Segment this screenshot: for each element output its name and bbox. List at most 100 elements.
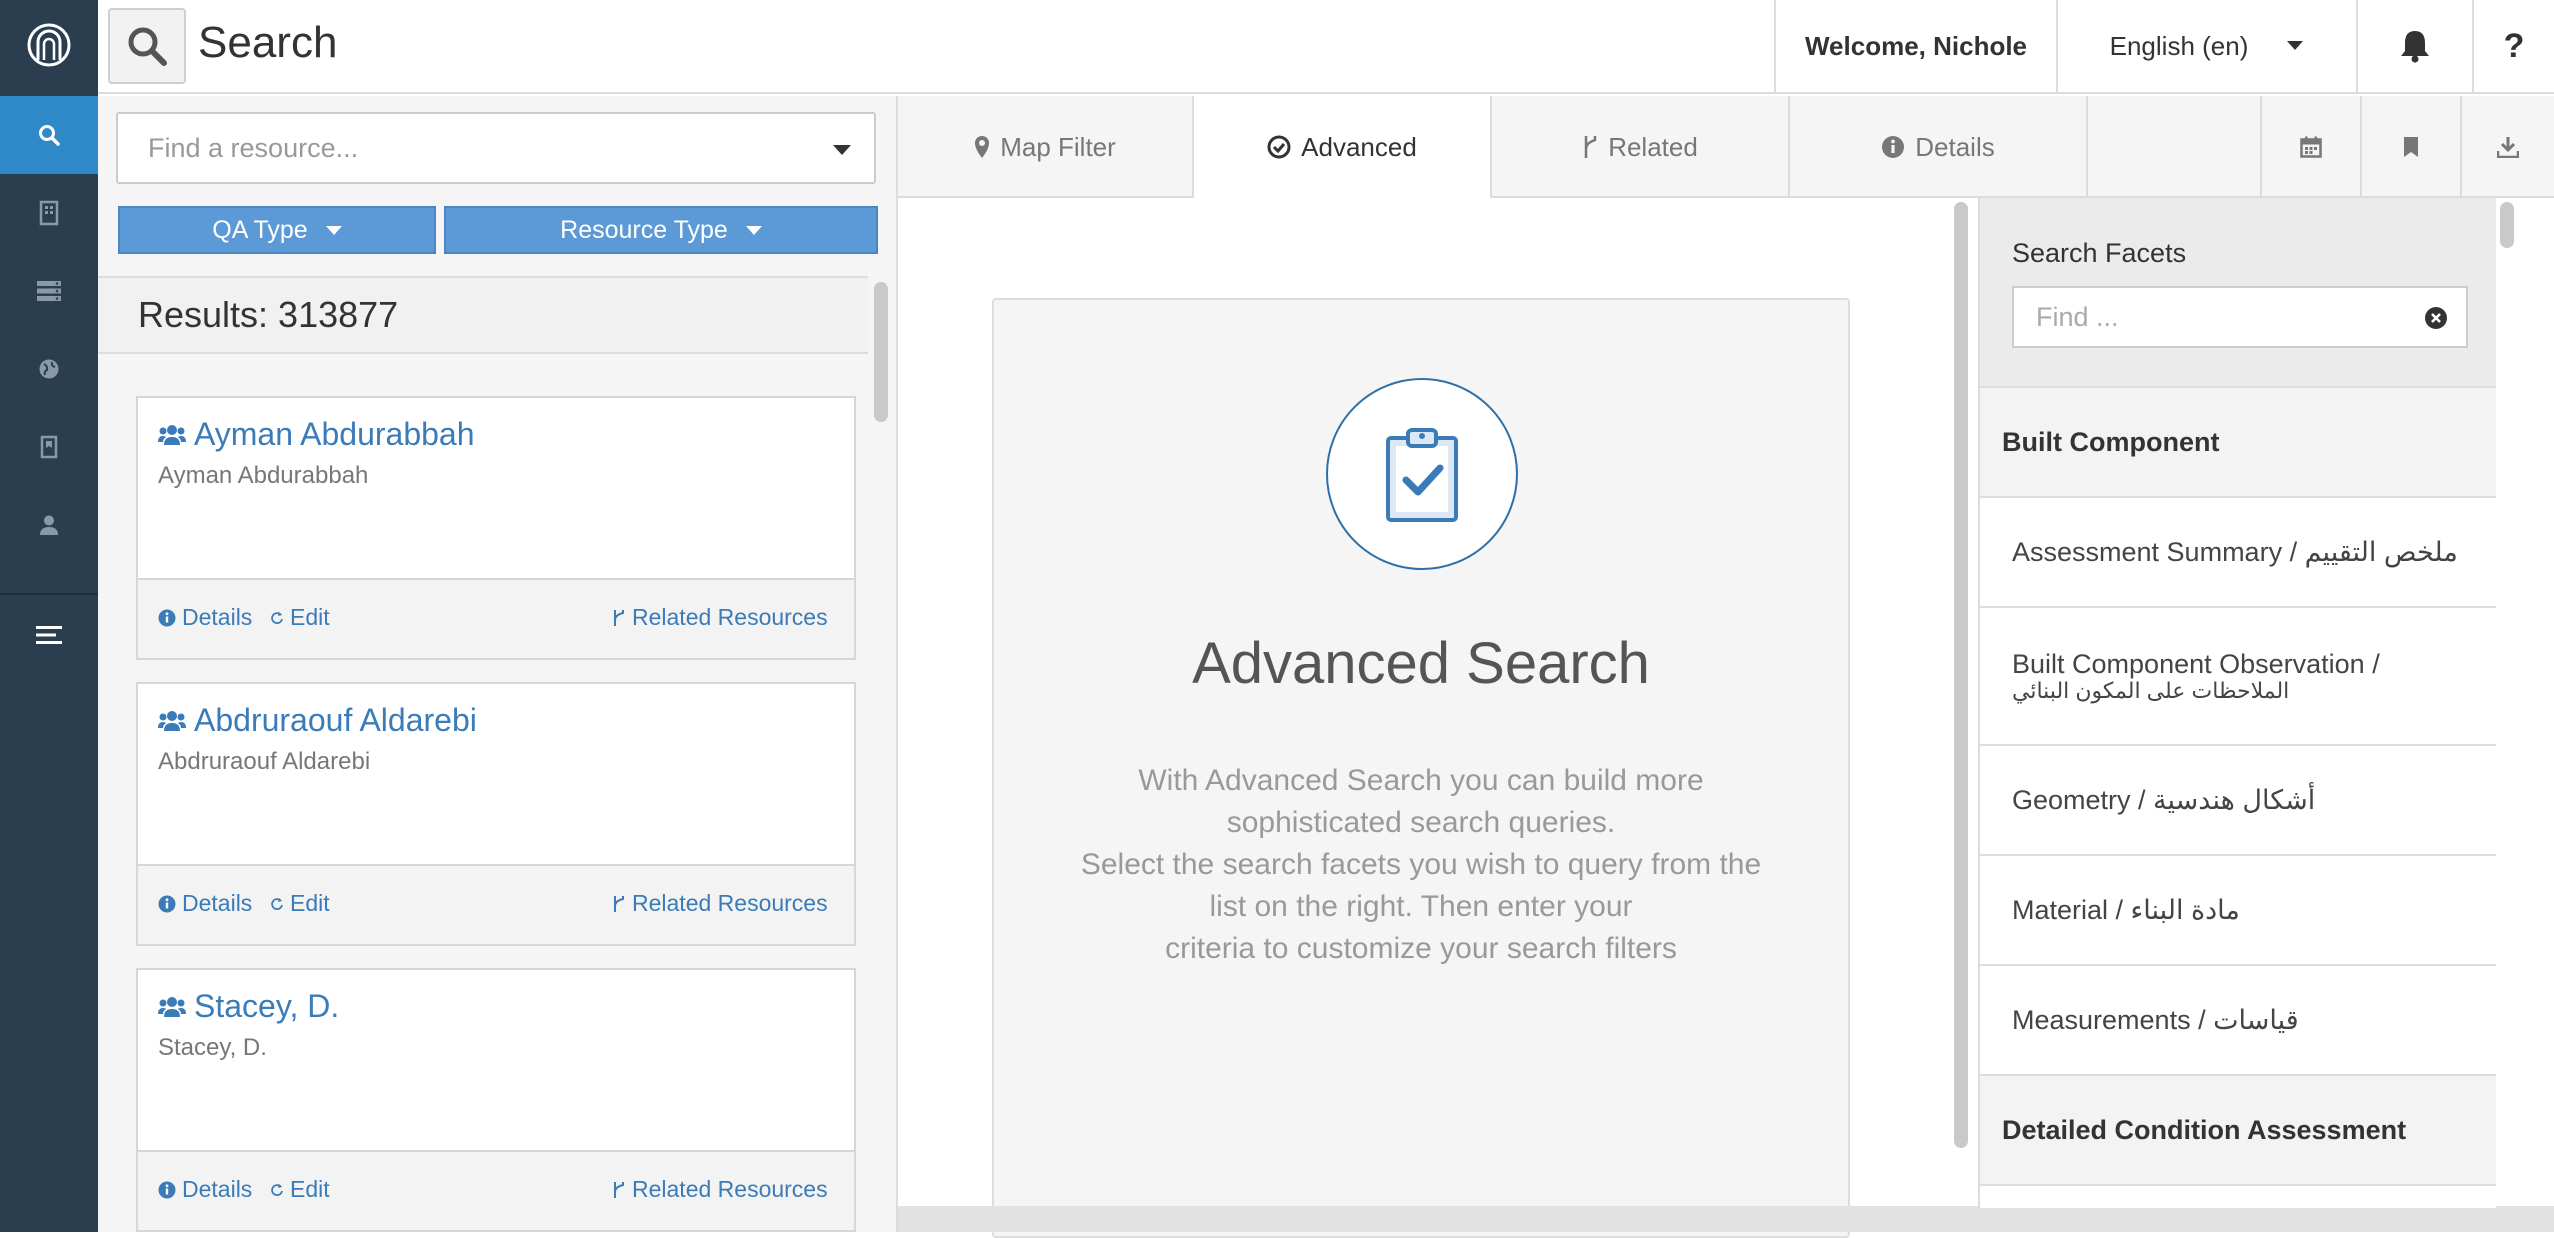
sidebar-item-resources[interactable] (0, 174, 98, 252)
results-count-bar: Results: 313877 (98, 276, 868, 354)
tab-map-filter[interactable]: Map Filter (898, 96, 1194, 198)
details-link[interactable]: Details (158, 604, 252, 631)
search-toggle-button[interactable] (108, 8, 186, 84)
tab-details[interactable]: Details (1790, 96, 2088, 198)
related-label: Related Resources (632, 1176, 828, 1202)
edit-link[interactable]: Edit (270, 604, 330, 631)
info-circle-icon (158, 895, 176, 912)
facet-label-arabic: الملاحظات على المكون البنائي (2012, 678, 2290, 703)
facets-search-input[interactable]: Find ... (2012, 286, 2468, 348)
calendar-icon (2300, 136, 2322, 158)
advanced-search-panel: Advanced Search With Advanced Search you… (898, 198, 1948, 1238)
facet-item[interactable]: Assessment Summary / ملخص التقييم (1980, 498, 2496, 608)
sidebar-item-bookmark[interactable] (0, 408, 98, 486)
help-button[interactable]: ? (2472, 0, 2554, 92)
calendar-button[interactable] (2260, 96, 2360, 198)
search-facets-panel: Search Facets Find ... Built Component A… (1978, 198, 2496, 1208)
map-marker-icon (975, 136, 990, 158)
related-resources-link[interactable]: Related Resources (612, 1176, 828, 1203)
language-label: English (en) (2109, 30, 2249, 61)
edit-label: Edit (290, 1176, 330, 1202)
facet-item[interactable]: Built Component Observation / الملاحظات … (1980, 608, 2496, 746)
check-circle-icon (1267, 135, 1291, 159)
bell-icon (2401, 31, 2429, 63)
resource-type-filter-button[interactable]: Resource Type (444, 206, 878, 254)
details-link[interactable]: Details (158, 890, 252, 917)
welcome-user[interactable]: Welcome, Nichole (1774, 0, 2056, 92)
details-label: Details (182, 890, 253, 916)
branch-icon (614, 895, 624, 912)
users-icon (158, 996, 186, 1017)
edit-link[interactable]: Edit (270, 890, 330, 917)
results-scrollbar[interactable] (874, 282, 888, 422)
search-tabs: Map Filter Advanced Related Details (898, 96, 2554, 200)
result-subtitle: Abdruraouf Aldarebi (158, 748, 371, 775)
page-title: Search (198, 18, 338, 67)
download-button[interactable] (2460, 96, 2554, 198)
building-icon (39, 200, 59, 226)
server-icon (37, 281, 61, 301)
sidebar-divider (0, 593, 98, 595)
chevron-down-icon[interactable] (832, 144, 852, 156)
download-icon (2497, 137, 2519, 158)
details-label: Details (182, 604, 253, 630)
language-select[interactable]: English (en) (2056, 0, 2356, 92)
result-title-link[interactable]: Abdruraouf Aldarebi (158, 702, 477, 739)
facets-scrollbar[interactable] (2500, 202, 2514, 248)
branch-icon (1584, 136, 1597, 158)
result-card[interactable]: Abdruraouf Aldarebi Abdruraouf Aldarebi … (136, 682, 856, 946)
result-card[interactable]: Ayman Abdurabbah Ayman Abdurabbah Detail… (136, 396, 856, 660)
sidebar-item-map[interactable] (0, 330, 98, 408)
search-results-panel: Find a resource... QA Type Resource Type… (98, 96, 898, 1232)
result-actions: Details Edit Related Resources (138, 578, 854, 658)
result-name: Abdruraouf Aldarebi (194, 702, 477, 738)
facets-title: Search Facets (2012, 238, 2187, 268)
result-title-link[interactable]: Stacey, D. (158, 988, 339, 1025)
globe-icon (39, 359, 59, 379)
clear-circle-icon[interactable] (2424, 306, 2448, 330)
resource-type-label: Resource Type (560, 215, 728, 244)
top-bar: Search Welcome, Nichole English (en) ? (98, 0, 2554, 94)
bookmark-button[interactable] (2360, 96, 2460, 198)
related-resources-link[interactable]: Related Resources (612, 890, 828, 917)
result-card[interactable]: Stacey, D. Stacey, D. Details Edit Relat… (136, 968, 856, 1232)
caret-down-icon (325, 225, 342, 235)
related-label: Related Resources (632, 604, 828, 630)
advanced-search-title: Advanced Search (1192, 631, 1650, 696)
chevron-down-icon (2287, 41, 2304, 50)
description-line: criteria to customize your search filter… (1165, 932, 1677, 965)
branch-icon (614, 609, 624, 626)
sidebar-item-profile[interactable] (0, 486, 98, 564)
info-circle-icon (158, 609, 176, 626)
edit-label: Edit (290, 890, 330, 916)
qa-type-filter-button[interactable]: QA Type (118, 206, 436, 254)
resource-search-input[interactable]: Find a resource... (116, 112, 876, 184)
sidebar-item-search[interactable] (0, 96, 98, 174)
branch-icon (614, 1181, 624, 1198)
related-resources-link[interactable]: Related Resources (612, 604, 828, 631)
center-scrollbar[interactable] (1954, 202, 1968, 1148)
facets-header: Search Facets Find ... (1980, 198, 2496, 388)
edit-link[interactable]: Edit (270, 1176, 330, 1203)
result-title-link[interactable]: Ayman Abdurabbah (158, 416, 475, 453)
result-actions: Details Edit Related Resources (138, 1150, 854, 1230)
horizontal-scrollbar[interactable] (898, 1206, 2554, 1232)
app-logo-icon[interactable] (26, 22, 72, 68)
related-label: Related Resources (632, 890, 828, 916)
facet-label: Material / مادة البناء (2012, 895, 2240, 925)
notifications-button[interactable] (2356, 0, 2472, 92)
clipboard-check-icon (1326, 378, 1518, 570)
results-count: Results: 313877 (138, 294, 399, 335)
facet-group-header: Detailed Condition Assessment (1980, 1076, 2496, 1186)
tab-advanced[interactable]: Advanced (1194, 96, 1492, 200)
tab-related[interactable]: Related (1492, 96, 1790, 198)
users-icon (158, 710, 186, 731)
details-link[interactable]: Details (158, 1176, 252, 1203)
sidebar-item-menu[interactable] (0, 596, 98, 674)
facet-item[interactable]: Measurements / قياسات (1980, 966, 2496, 1076)
facet-item[interactable]: Material / مادة البناء (1980, 856, 2496, 966)
sidebar-item-database[interactable] (0, 252, 98, 330)
tab-label: Map Filter (1000, 131, 1116, 162)
facet-item[interactable]: Geometry / أشكال هندسية (1980, 746, 2496, 856)
search-icon (39, 125, 60, 146)
